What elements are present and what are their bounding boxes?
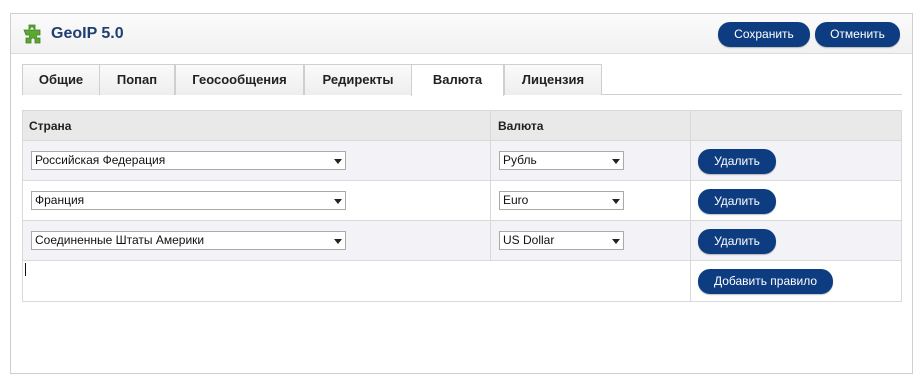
- cancel-button[interactable]: Отменить: [815, 22, 900, 47]
- geoip-panel: GeoIP 5.0 Сохранить Отменить Общие Попап…: [10, 13, 913, 374]
- add-rule-button[interactable]: Добавить правило: [698, 269, 833, 294]
- currency-select-value: Рубль: [503, 153, 537, 167]
- table-row: Франция Euro Удалить: [23, 181, 901, 221]
- currency-column-header: Валюта: [498, 119, 544, 133]
- chevron-down-icon: [612, 159, 620, 164]
- tab-license[interactable]: Лицензия: [504, 64, 602, 95]
- delete-rule-button[interactable]: Удалить: [698, 229, 776, 254]
- app-title: GeoIP 5.0: [51, 25, 124, 42]
- chevron-down-icon: [334, 199, 342, 204]
- currency-select-value: US Dollar: [503, 233, 555, 247]
- tab-currency[interactable]: Валюта: [411, 64, 504, 96]
- country-select-value: Франция: [35, 193, 85, 207]
- tab-general[interactable]: Общие: [22, 64, 100, 95]
- currency-select[interactable]: Рубль: [499, 151, 624, 170]
- tab-popup[interactable]: Попап: [99, 64, 175, 95]
- tab-geomessages[interactable]: Геосообщения: [175, 64, 304, 95]
- currency-rules-table: Страна Валюта Российская Федерация Рубль…: [22, 110, 902, 302]
- delete-rule-button[interactable]: Удалить: [698, 189, 776, 214]
- chevron-down-icon: [612, 199, 620, 204]
- chevron-down-icon: [334, 159, 342, 164]
- country-select-value: Соединенные Штаты Америки: [35, 233, 205, 247]
- chevron-down-icon: [334, 239, 342, 244]
- currency-select-value: Euro: [503, 193, 529, 207]
- currency-select[interactable]: Euro: [499, 191, 624, 210]
- add-rule-row: Добавить правило: [23, 261, 901, 301]
- country-select[interactable]: Соединенные Штаты Америки: [31, 231, 346, 250]
- delete-rule-button[interactable]: Удалить: [698, 149, 776, 174]
- country-column-header: Страна: [29, 119, 72, 133]
- puzzle-icon: [23, 24, 41, 44]
- panel-header: GeoIP 5.0 Сохранить Отменить: [11, 14, 912, 54]
- currency-select[interactable]: US Dollar: [499, 231, 624, 250]
- chevron-down-icon: [612, 239, 620, 244]
- text-cursor: [25, 263, 26, 276]
- country-select-value: Российская Федерация: [35, 153, 166, 167]
- save-button[interactable]: Сохранить: [718, 22, 810, 47]
- tab-bar: Общие Попап Геосообщения Редиректы Валют…: [22, 64, 902, 96]
- tab-redirects[interactable]: Редиректы: [304, 64, 412, 95]
- country-select[interactable]: Российская Федерация: [31, 151, 346, 170]
- table-row: Российская Федерация Рубль Удалить: [23, 141, 901, 181]
- country-select[interactable]: Франция: [31, 191, 346, 210]
- table-header: Страна Валюта: [23, 111, 901, 141]
- table-row: Соединенные Штаты Америки US Dollar Удал…: [23, 221, 901, 261]
